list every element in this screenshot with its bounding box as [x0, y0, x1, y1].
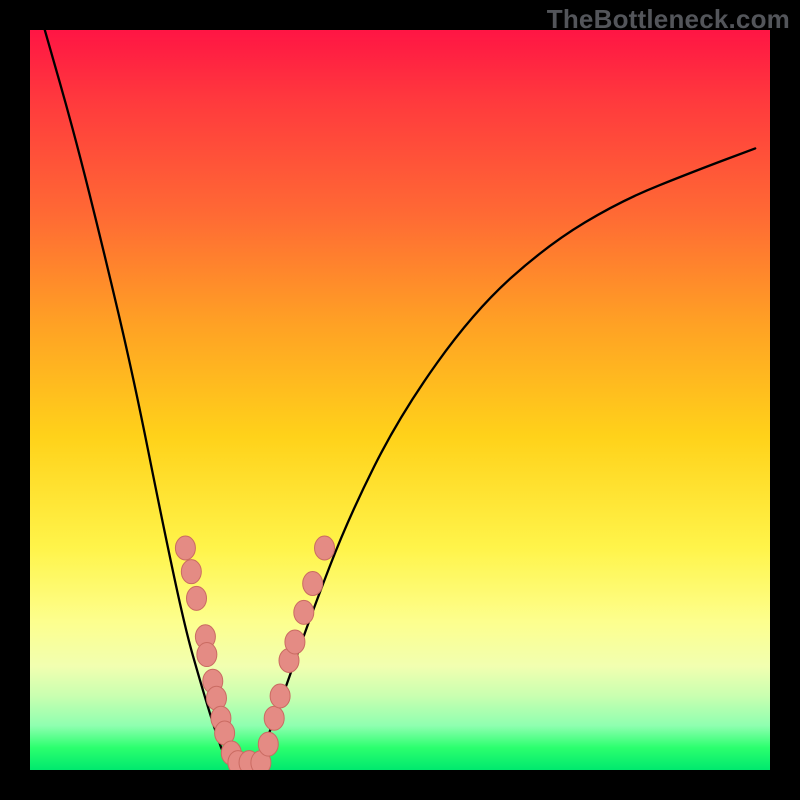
data-marker	[187, 586, 207, 610]
data-marker	[264, 706, 284, 730]
data-marker	[315, 536, 335, 560]
data-marker	[285, 630, 305, 654]
curves-svg	[30, 30, 770, 770]
marker-group	[175, 536, 334, 770]
data-marker	[258, 732, 278, 756]
data-marker	[270, 684, 290, 708]
data-marker	[294, 600, 314, 624]
chart-canvas: TheBottleneck.com	[0, 0, 800, 800]
plot-area	[30, 30, 770, 770]
curve-left-branch	[45, 30, 252, 770]
data-marker	[197, 643, 217, 667]
data-marker	[181, 560, 201, 584]
curve-group	[45, 30, 755, 770]
data-marker	[303, 572, 323, 596]
curve-right-branch	[252, 148, 755, 770]
data-marker	[175, 536, 195, 560]
